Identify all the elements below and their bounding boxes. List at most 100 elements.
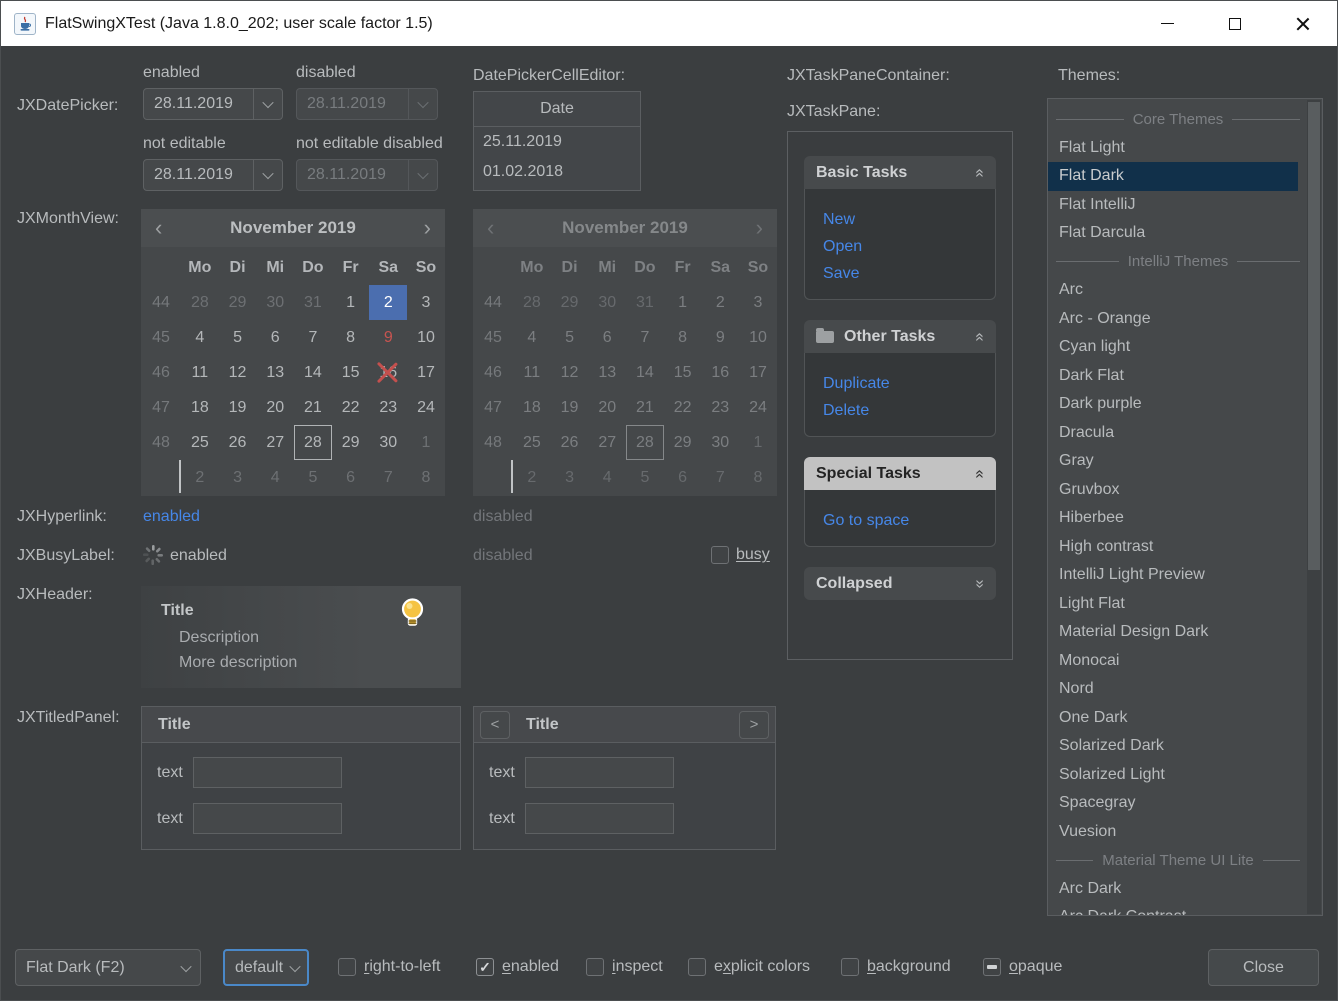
theme-list-item[interactable]: Flat Dark [1048, 162, 1298, 191]
task-link[interactable]: Delete [823, 397, 977, 424]
datepicker-dropdown-button[interactable] [253, 160, 282, 190]
calendar-day[interactable]: 6 [256, 320, 294, 355]
text-field[interactable] [193, 757, 342, 788]
checkbox-explicit-colors[interactable]: explicit colors [688, 948, 810, 985]
calendar-day[interactable]: 20 [256, 390, 294, 425]
combo-dropdown-button[interactable] [283, 951, 307, 984]
calendar-day[interactable]: 28 [294, 425, 332, 460]
text-field[interactable] [525, 757, 674, 788]
chevron-double-down-icon[interactable]: » [971, 579, 989, 588]
theme-list-item[interactable]: Solarized Light [1048, 761, 1298, 790]
checkbox-opaque[interactable]: opaque [983, 948, 1062, 985]
theme-list-item[interactable]: Dracula [1048, 419, 1298, 448]
theme-list-item[interactable]: Flat Darcula [1048, 219, 1298, 248]
calendar-day[interactable]: 29 [332, 425, 370, 460]
calendar-day[interactable]: 19 [219, 390, 257, 425]
calendar-day[interactable]: 31 [294, 285, 332, 320]
taskpane-header[interactable]: Basic Tasks» [804, 156, 996, 189]
calendar-day[interactable]: 23 [369, 390, 407, 425]
taskpane-header[interactable]: Special Tasks» [804, 457, 996, 490]
table-row[interactable]: 25.11.2019 [474, 127, 640, 157]
task-link[interactable]: Save [823, 260, 977, 287]
calendar-day[interactable]: 22 [332, 390, 370, 425]
calendar-day[interactable]: 12 [219, 355, 257, 390]
calendar-day[interactable]: 13 [256, 355, 294, 390]
theme-list-item[interactable]: Monocai [1048, 647, 1298, 676]
calendar-day[interactable]: 3 [407, 285, 445, 320]
minimize-button[interactable] [1133, 1, 1201, 46]
calendar-day[interactable]: 4 [181, 320, 219, 355]
next-month-button[interactable]: › [424, 217, 431, 239]
calendar-day[interactable]: 17 [407, 355, 445, 390]
checkbox-right-to-left[interactable]: right-to-left [338, 948, 440, 985]
calendar-day[interactable]: 25 [181, 425, 219, 460]
theme-list-item[interactable]: IntelliJ Light Preview [1048, 561, 1298, 590]
close-button[interactable]: Close [1208, 949, 1319, 986]
taskpane-header[interactable]: Other Tasks» [804, 320, 996, 353]
calendar-day[interactable]: 18 [181, 390, 219, 425]
scale-combo-focused[interactable]: default [223, 949, 309, 986]
calendar-day[interactable]: 5 [294, 460, 332, 495]
busy-checkbox[interactable]: busy [711, 546, 770, 564]
task-link[interactable]: Go to space [823, 507, 977, 534]
theme-list-item[interactable]: Dark purple [1048, 390, 1298, 419]
text-field[interactable] [193, 803, 342, 834]
theme-list-item[interactable]: Flat IntelliJ [1048, 191, 1298, 220]
panel-prev-button[interactable]: < [480, 711, 510, 739]
calendar-day[interactable]: 30 [369, 425, 407, 460]
calendar-day[interactable]: 4 [256, 460, 294, 495]
calendar-day[interactable]: 28 [181, 285, 219, 320]
calendar-day[interactable]: 27 [256, 425, 294, 460]
calendar-day[interactable]: 11 [181, 355, 219, 390]
calendar-day[interactable]: 24 [407, 390, 445, 425]
chevron-double-up-icon[interactable]: » [971, 168, 989, 177]
theme-list-item[interactable]: Material Design Dark [1048, 618, 1298, 647]
checkbox-enabled[interactable]: ✓enabled [476, 948, 559, 985]
calendar-day[interactable]: 1 [332, 285, 370, 320]
calendar-day[interactable]: 8 [332, 320, 370, 355]
datepicker-enabled[interactable]: 28.11.2019 [143, 88, 283, 120]
maximize-button[interactable] [1201, 1, 1269, 46]
calendar-day[interactable]: 5 [219, 320, 257, 355]
datepicker-not-editable[interactable]: 28.11.2019 [143, 159, 283, 191]
calendar-day[interactable]: 3 [219, 460, 257, 495]
theme-list-item[interactable]: Gruvbox [1048, 476, 1298, 505]
theme-list-item[interactable]: Light Flat [1048, 590, 1298, 619]
theme-list-item[interactable]: Vuesion [1048, 818, 1298, 847]
task-link[interactable]: Duplicate [823, 370, 977, 397]
theme-list-item[interactable]: Cyan light [1048, 333, 1298, 362]
panel-next-button[interactable]: > [739, 711, 769, 739]
calendar-day[interactable]: 9 [369, 320, 407, 355]
theme-list-item[interactable]: Nord [1048, 675, 1298, 704]
hyperlink-enabled[interactable]: enabled [143, 508, 200, 526]
taskpane-header[interactable]: Collapsed» [804, 567, 996, 600]
calendar-day[interactable]: 7 [369, 460, 407, 495]
scrollbar-track[interactable] [1307, 100, 1321, 914]
checkbox-inspect[interactable]: inspect [586, 948, 663, 985]
theme-list-item[interactable]: Gray [1048, 447, 1298, 476]
calendar-day[interactable]: 14 [294, 355, 332, 390]
theme-list-item[interactable]: Dark Flat [1048, 362, 1298, 391]
calendar-day[interactable]: 21 [294, 390, 332, 425]
task-link[interactable]: Open [823, 233, 977, 260]
calendar-day[interactable]: 16 [369, 355, 407, 390]
theme-list-item[interactable]: Flat Light [1048, 134, 1298, 163]
prev-month-button[interactable]: ‹ [155, 217, 162, 239]
calendar-day[interactable]: 8 [407, 460, 445, 495]
combo-dropdown-button[interactable] [171, 950, 200, 985]
calendar-day[interactable]: 30 [256, 285, 294, 320]
theme-list-item[interactable]: One Dark [1048, 704, 1298, 733]
theme-list-item[interactable]: Arc Dark Contrast [1048, 903, 1298, 916]
calendar-day[interactable]: 15 [332, 355, 370, 390]
theme-list-item[interactable]: Arc [1048, 276, 1298, 305]
theme-list-item[interactable]: Hiberbee [1048, 504, 1298, 533]
theme-list-item[interactable]: Arc - Orange [1048, 305, 1298, 334]
calendar-day[interactable]: 29 [219, 285, 257, 320]
checkbox-background[interactable]: background [841, 948, 951, 985]
calendar-day[interactable]: 26 [219, 425, 257, 460]
task-link[interactable]: New [823, 206, 977, 233]
chevron-double-up-icon[interactable]: » [971, 332, 989, 341]
theme-list-item[interactable]: Solarized Dark [1048, 732, 1298, 761]
scrollbar-thumb[interactable] [1308, 102, 1320, 570]
datepicker-dropdown-button[interactable] [253, 89, 282, 119]
